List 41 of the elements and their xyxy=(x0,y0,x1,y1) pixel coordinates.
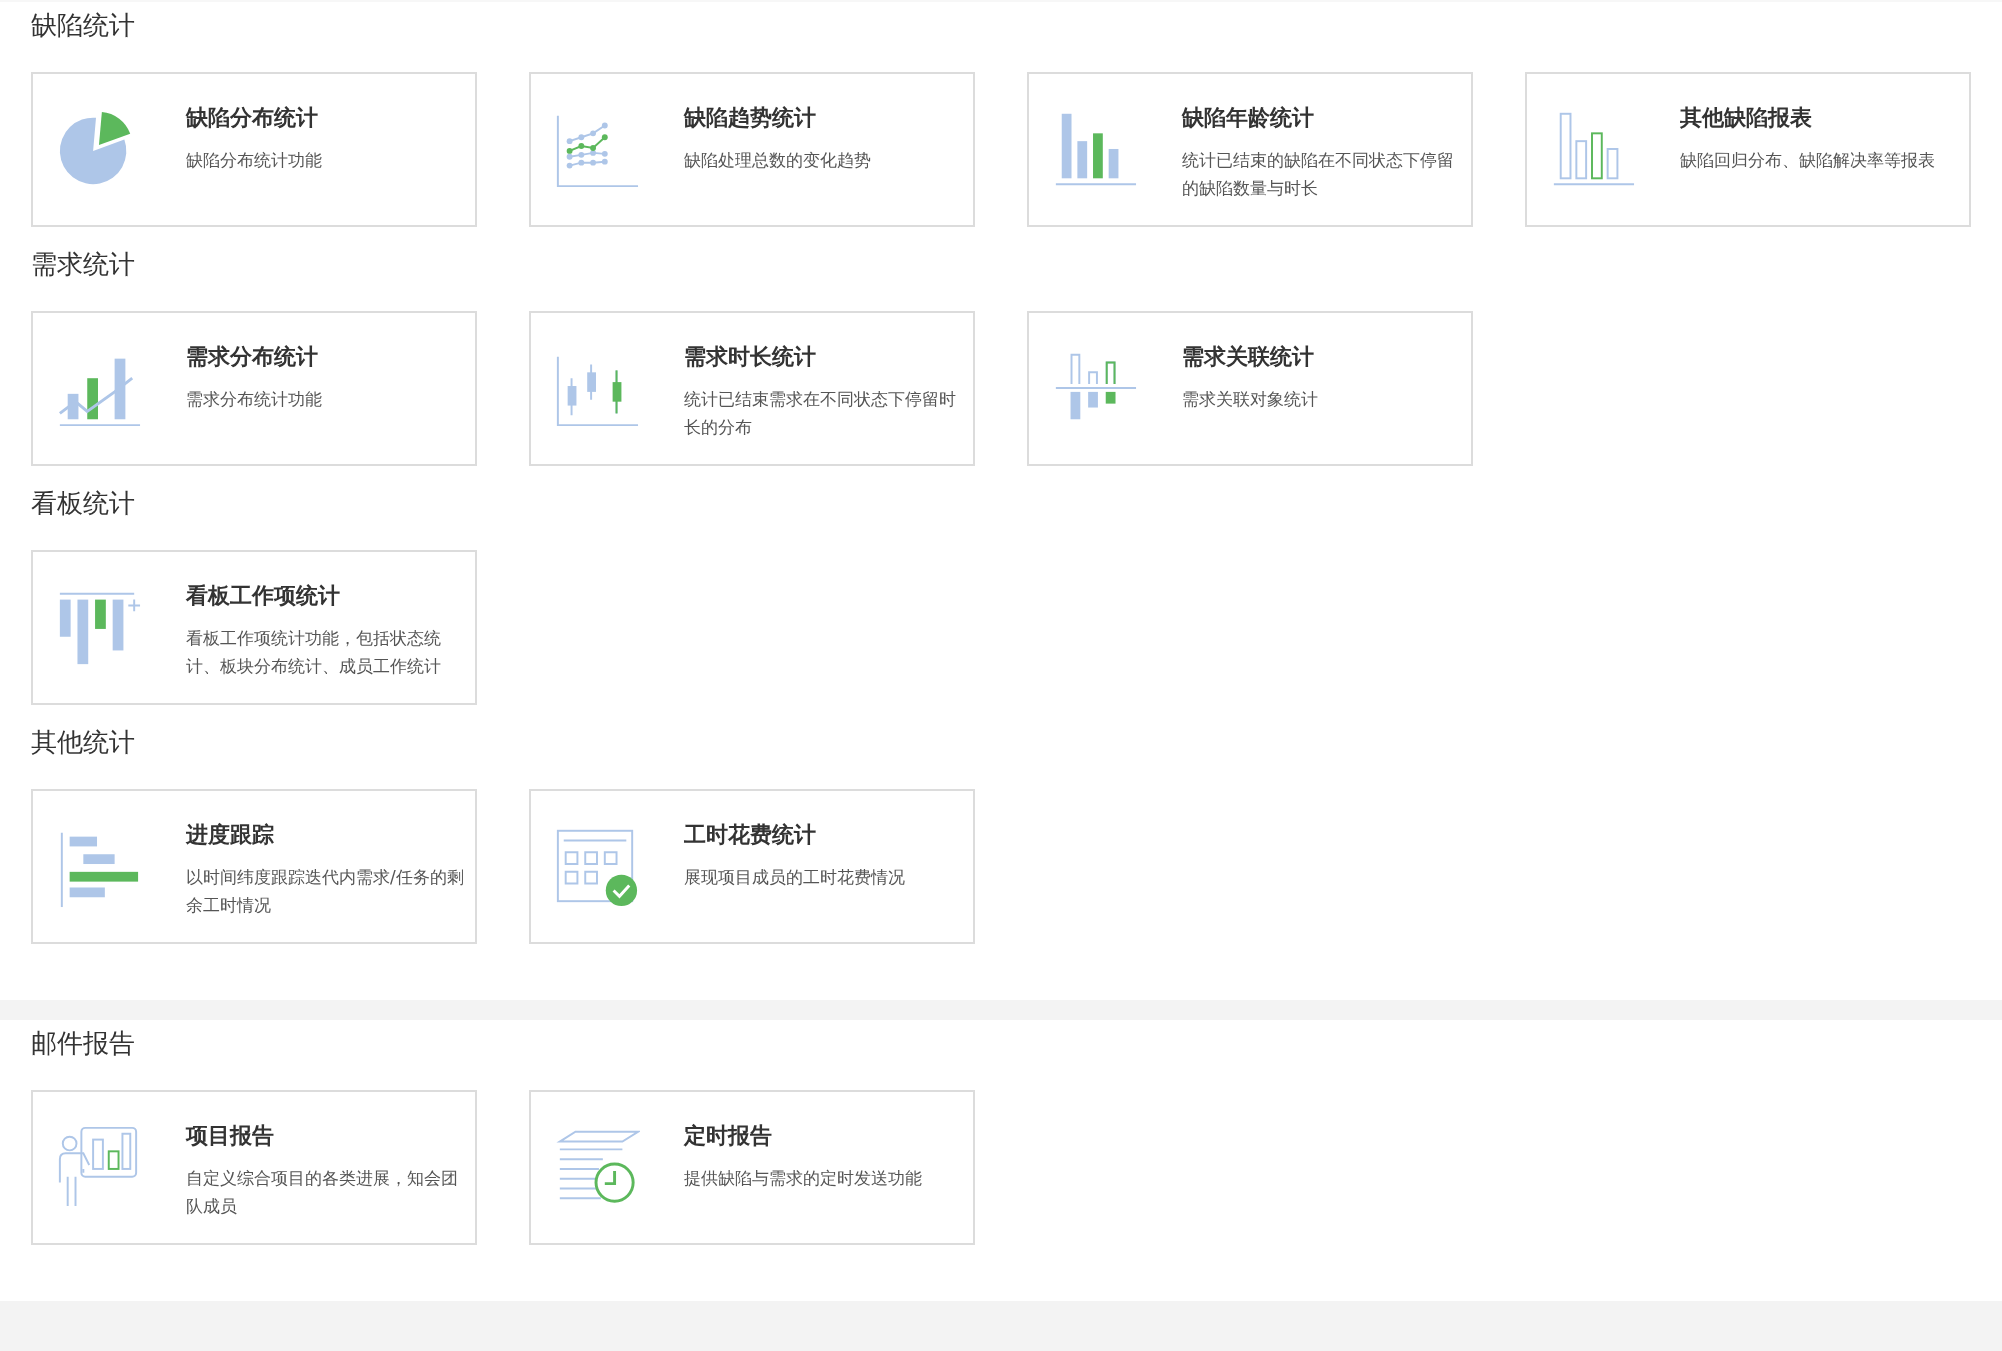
card-title: 项目报告 xyxy=(186,1122,275,1150)
section-heading: 需求统计 xyxy=(31,248,136,281)
report-card[interactable]: 工时花费统计 展现项目成员的工时花费情况 xyxy=(529,789,975,944)
card-title: 需求关联统计 xyxy=(1182,343,1315,371)
report-card[interactable]: 看板工作项统计 看板工作项统计功能，包括状态统计、板块分布统计、成员工作统计 xyxy=(31,550,477,705)
card-title: 进度跟踪 xyxy=(186,821,275,849)
card-description: 展现项目成员的工时花费情况 xyxy=(684,866,906,889)
report-card[interactable]: 缺陷年龄统计 统计已结束的缺陷在不同状态下停留的缺陷数量与时长 xyxy=(1027,72,1473,227)
card-title: 需求分布统计 xyxy=(186,343,319,371)
card-title: 缺陷分布统计 xyxy=(186,104,319,132)
card-description: 统计已结束需求在不同状态下停留时长的分布 xyxy=(684,388,957,439)
card-title: 定时报告 xyxy=(684,1122,773,1150)
report-card[interactable]: 缺陷分布统计 缺陷分布统计功能 xyxy=(31,72,477,227)
card-description: 统计已结束的缺陷在不同状态下停留的缺陷数量与时长 xyxy=(1182,149,1455,200)
card-title: 工时花费统计 xyxy=(684,821,817,849)
card-title: 缺陷年龄统计 xyxy=(1182,104,1315,132)
report-card[interactable]: 缺陷趋势统计 缺陷处理总数的变化趋势 xyxy=(529,72,975,227)
card-title: 缺陷趋势统计 xyxy=(684,104,817,132)
card-description: 自定义综合项目的各类进展，知会团队成员 xyxy=(186,1167,459,1218)
card-title: 需求时长统计 xyxy=(684,343,817,371)
section-heading: 邮件报告 xyxy=(31,1027,136,1060)
report-card[interactable]: 需求时长统计 统计已结束需求在不同状态下停留时长的分布 xyxy=(529,311,975,466)
report-card[interactable]: 项目报告 自定义综合项目的各类进展，知会团队成员 xyxy=(31,1090,477,1245)
report-card[interactable]: 需求关联统计 需求关联对象统计 xyxy=(1027,311,1473,466)
section-heading: 看板统计 xyxy=(31,487,136,520)
card-description: 提供缺陷与需求的定时发送功能 xyxy=(684,1167,923,1190)
card-title: 其他缺陷报表 xyxy=(1680,104,1813,132)
card-description: 缺陷分布统计功能 xyxy=(186,149,323,172)
report-card[interactable]: 需求分布统计 需求分布统计功能 xyxy=(31,311,477,466)
card-description: 看板工作项统计功能，包括状态统计、板块分布统计、成员工作统计 xyxy=(186,627,442,678)
card-description: 缺陷处理总数的变化趋势 xyxy=(684,149,872,172)
report-card[interactable]: 定时报告 提供缺陷与需求的定时发送功能 xyxy=(529,1090,975,1245)
card-description: 需求分布统计功能 xyxy=(186,388,323,411)
section-heading: 其他统计 xyxy=(31,726,136,759)
card-description: 需求关联对象统计 xyxy=(1182,388,1319,411)
card-title: 看板工作项统计 xyxy=(186,582,341,610)
report-card[interactable]: 进度跟踪 以时间纬度跟踪迭代内需求/任务的剩余工时情况 xyxy=(31,789,477,944)
section-heading: 缺陷统计 xyxy=(31,9,136,42)
report-card[interactable]: 其他缺陷报表 缺陷回归分布、缺陷解决率等报表 xyxy=(1525,72,1971,227)
card-description: 缺陷回归分布、缺陷解决率等报表 xyxy=(1680,149,1936,172)
card-description: 以时间纬度跟踪迭代内需求/任务的剩余工时情况 xyxy=(186,866,464,917)
